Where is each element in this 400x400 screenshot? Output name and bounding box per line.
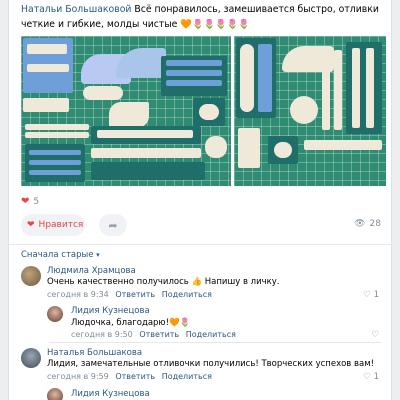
post-photo-2[interactable]	[234, 36, 386, 186]
comment-text: Лидия, замечательные отливочки получилис…	[47, 359, 375, 369]
post-text: Натальи Большаковой Всё понравилось, зам…	[21, 2, 381, 32]
casting-strip	[91, 148, 201, 158]
mold-teal-long	[91, 162, 205, 180]
share-button[interactable]: ➦	[99, 214, 127, 236]
share-arrow-icon: ➦	[108, 218, 118, 232]
post-author-link[interactable]: Натальи Большаковой	[21, 4, 131, 15]
casting-strip	[322, 50, 330, 130]
comment-meta: сегодня в 9:50 Ответить Поделиться	[71, 330, 236, 339]
mold-strip	[166, 80, 222, 86]
reply-link[interactable]: Ответить	[139, 330, 179, 339]
avatar[interactable]	[21, 348, 41, 368]
share-link[interactable]: Поделиться	[162, 290, 212, 299]
mold-strip	[166, 60, 222, 66]
tulip-emoji-icon: 🌷🌷🌷🌷🌷	[191, 19, 250, 30]
comment-like-button[interactable]: ♡ 1	[363, 290, 379, 300]
views-counter: 👁 28	[354, 219, 381, 229]
mold-strip	[166, 70, 222, 76]
mold-strip	[29, 150, 81, 155]
casting-piece	[23, 98, 69, 112]
reply-link[interactable]: Ответить	[115, 372, 155, 381]
comment-author[interactable]: Людмила Храмцова	[47, 266, 136, 276]
reply-link[interactable]: Ответить	[115, 290, 155, 299]
mold-strip	[258, 44, 272, 112]
like-button[interactable]: ❤ Нравится	[21, 214, 85, 236]
heart-outline-icon: ♡	[371, 330, 379, 340]
avatar[interactable]	[47, 388, 63, 400]
share-link[interactable]: Поделиться	[186, 330, 236, 339]
heart-emoji-icon: 🧡	[180, 19, 192, 30]
post-photo-1[interactable]	[21, 36, 231, 186]
comment-author[interactable]: Лидия Кузнецова	[71, 389, 150, 399]
casting-piece	[27, 64, 69, 72]
comment-like-button[interactable]: ♡ 1	[363, 372, 379, 382]
divider	[9, 244, 393, 245]
comment-like-count: 1	[373, 290, 379, 300]
comment-text: Людочка, благодарю!🧡🌷	[71, 318, 191, 328]
casting-piece	[205, 136, 227, 158]
divider	[49, 342, 381, 343]
heart-outline-icon: ♡	[362, 372, 371, 382]
comment-author[interactable]: Лидия Кузнецова	[71, 306, 150, 316]
comments-sort-dropdown[interactable]: Сначала старые ▾	[21, 250, 100, 260]
casting-piece	[27, 44, 67, 54]
comment-like-button[interactable]: ♡	[371, 330, 379, 340]
post-card: Натальи Большаковой Всё понравилось, зам…	[8, 0, 393, 400]
comment-meta: сегодня в 9:34 Ответить Поделиться	[47, 290, 212, 299]
chevron-down-icon: ▾	[96, 251, 100, 259]
views-count: 28	[369, 219, 381, 229]
comment-like-count: 1	[373, 372, 379, 382]
likes-count: 5	[33, 196, 40, 207]
casting-strip	[334, 50, 342, 130]
casting-piece	[240, 44, 254, 112]
share-link[interactable]: Поделиться	[162, 372, 212, 381]
sort-label: Сначала старые	[21, 250, 94, 260]
heart-outline-icon: ♡	[362, 290, 371, 300]
casting-piece	[199, 104, 219, 120]
comment-meta: сегодня в 9:59 Ответить Поделиться	[47, 372, 212, 381]
like-label: Нравится	[38, 220, 84, 230]
casting-piece	[109, 102, 149, 128]
casting-piece	[238, 128, 260, 168]
mold-strip	[29, 160, 81, 165]
post-actions: ❤ Нравится ➦ 👁 28	[21, 214, 381, 238]
eye-icon: 👁	[354, 219, 366, 229]
casting-strip	[352, 48, 360, 128]
casting-strip	[366, 48, 374, 128]
avatar[interactable]	[21, 266, 41, 286]
casting-piece	[274, 142, 292, 158]
casting-piece	[290, 96, 318, 124]
comment-time[interactable]: сегодня в 9:34	[47, 290, 109, 299]
comment-author[interactable]: Наталья Большакова	[47, 348, 142, 358]
comment-time[interactable]: сегодня в 9:59	[47, 372, 109, 381]
casting-strip	[25, 124, 89, 130]
mold-strip	[29, 170, 81, 175]
casting-strip	[25, 132, 89, 138]
likes-summary[interactable]: ❤ 5	[21, 196, 39, 207]
comment-text: Очень качественно получилось 👍 Напишу в …	[47, 277, 280, 287]
avatar[interactable]	[47, 306, 63, 322]
comment-time[interactable]: сегодня в 9:50	[71, 330, 133, 339]
heart-icon: ❤	[27, 220, 35, 230]
casting-strip	[304, 140, 382, 150]
casting-piece	[83, 86, 123, 100]
heart-icon: ❤	[21, 196, 30, 207]
casting-strip	[97, 130, 193, 138]
